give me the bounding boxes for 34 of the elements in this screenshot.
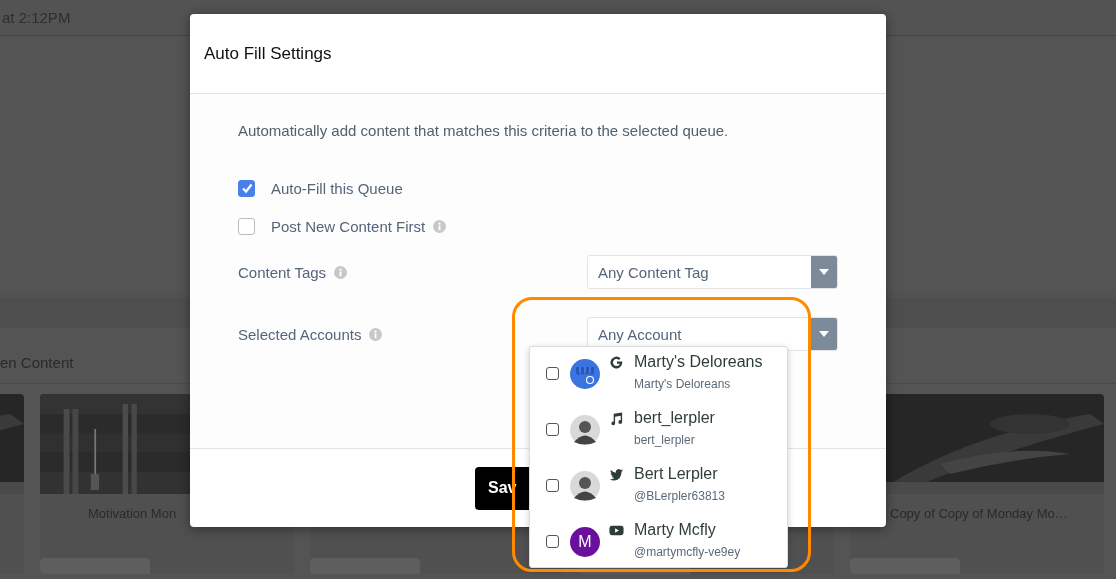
account-handle: @martymcfly-ve9ey bbox=[634, 545, 741, 559]
caret-icon[interactable] bbox=[819, 269, 829, 275]
letter-avatar: M bbox=[570, 527, 600, 557]
checkbox[interactable] bbox=[238, 217, 255, 235]
google-icon bbox=[609, 354, 624, 370]
account-handle: @BLerpler63813 bbox=[634, 489, 725, 503]
account-option[interactable]: Bert Lerpler @BLerpler63813 bbox=[530, 459, 787, 515]
account-name: bert_lerpler bbox=[634, 409, 715, 427]
account-handle: Marty's Deloreans bbox=[634, 377, 732, 391]
checkbox[interactable] bbox=[546, 423, 559, 436]
field-label: Content Tags bbox=[238, 263, 327, 281]
account-handle: bert_lerpler bbox=[634, 433, 696, 447]
music-note-icon bbox=[609, 410, 624, 426]
twitter-bird-icon bbox=[609, 466, 624, 482]
account-option[interactable]: bert_lerpler bert_lerpler bbox=[530, 403, 787, 459]
dialog-title: Auto Fill Settings bbox=[204, 43, 332, 64]
account-name: Marty's Deloreans bbox=[634, 353, 763, 371]
checkbox[interactable] bbox=[546, 535, 559, 548]
checkbox[interactable] bbox=[546, 479, 559, 492]
caret-icon[interactable] bbox=[819, 331, 829, 337]
person-avatar-icon bbox=[570, 415, 600, 445]
store-avatar-icon bbox=[570, 359, 600, 389]
account-option[interactable]: M Marty Mcfly @martymcfly-ve9ey bbox=[530, 515, 787, 567]
description: Automatically add content that matches this criteria to the selected queue. bbox=[238, 122, 730, 139]
account-name: Bert Lerpler bbox=[634, 465, 718, 483]
account-name: Marty Mcfly bbox=[634, 521, 716, 539]
checkbox-label[interactable]: Post New Content First bbox=[271, 217, 426, 235]
checkbox-label[interactable]: Auto-Fill this Queue bbox=[271, 179, 403, 197]
person-avatar-icon bbox=[570, 471, 600, 501]
field-label: Selected Accounts bbox=[238, 325, 362, 343]
select-field[interactable]: Any Content Tag bbox=[587, 255, 838, 289]
select-field[interactable]: Any Account bbox=[587, 317, 838, 351]
checkbox[interactable] bbox=[238, 179, 255, 197]
checkbox[interactable] bbox=[546, 367, 559, 380]
